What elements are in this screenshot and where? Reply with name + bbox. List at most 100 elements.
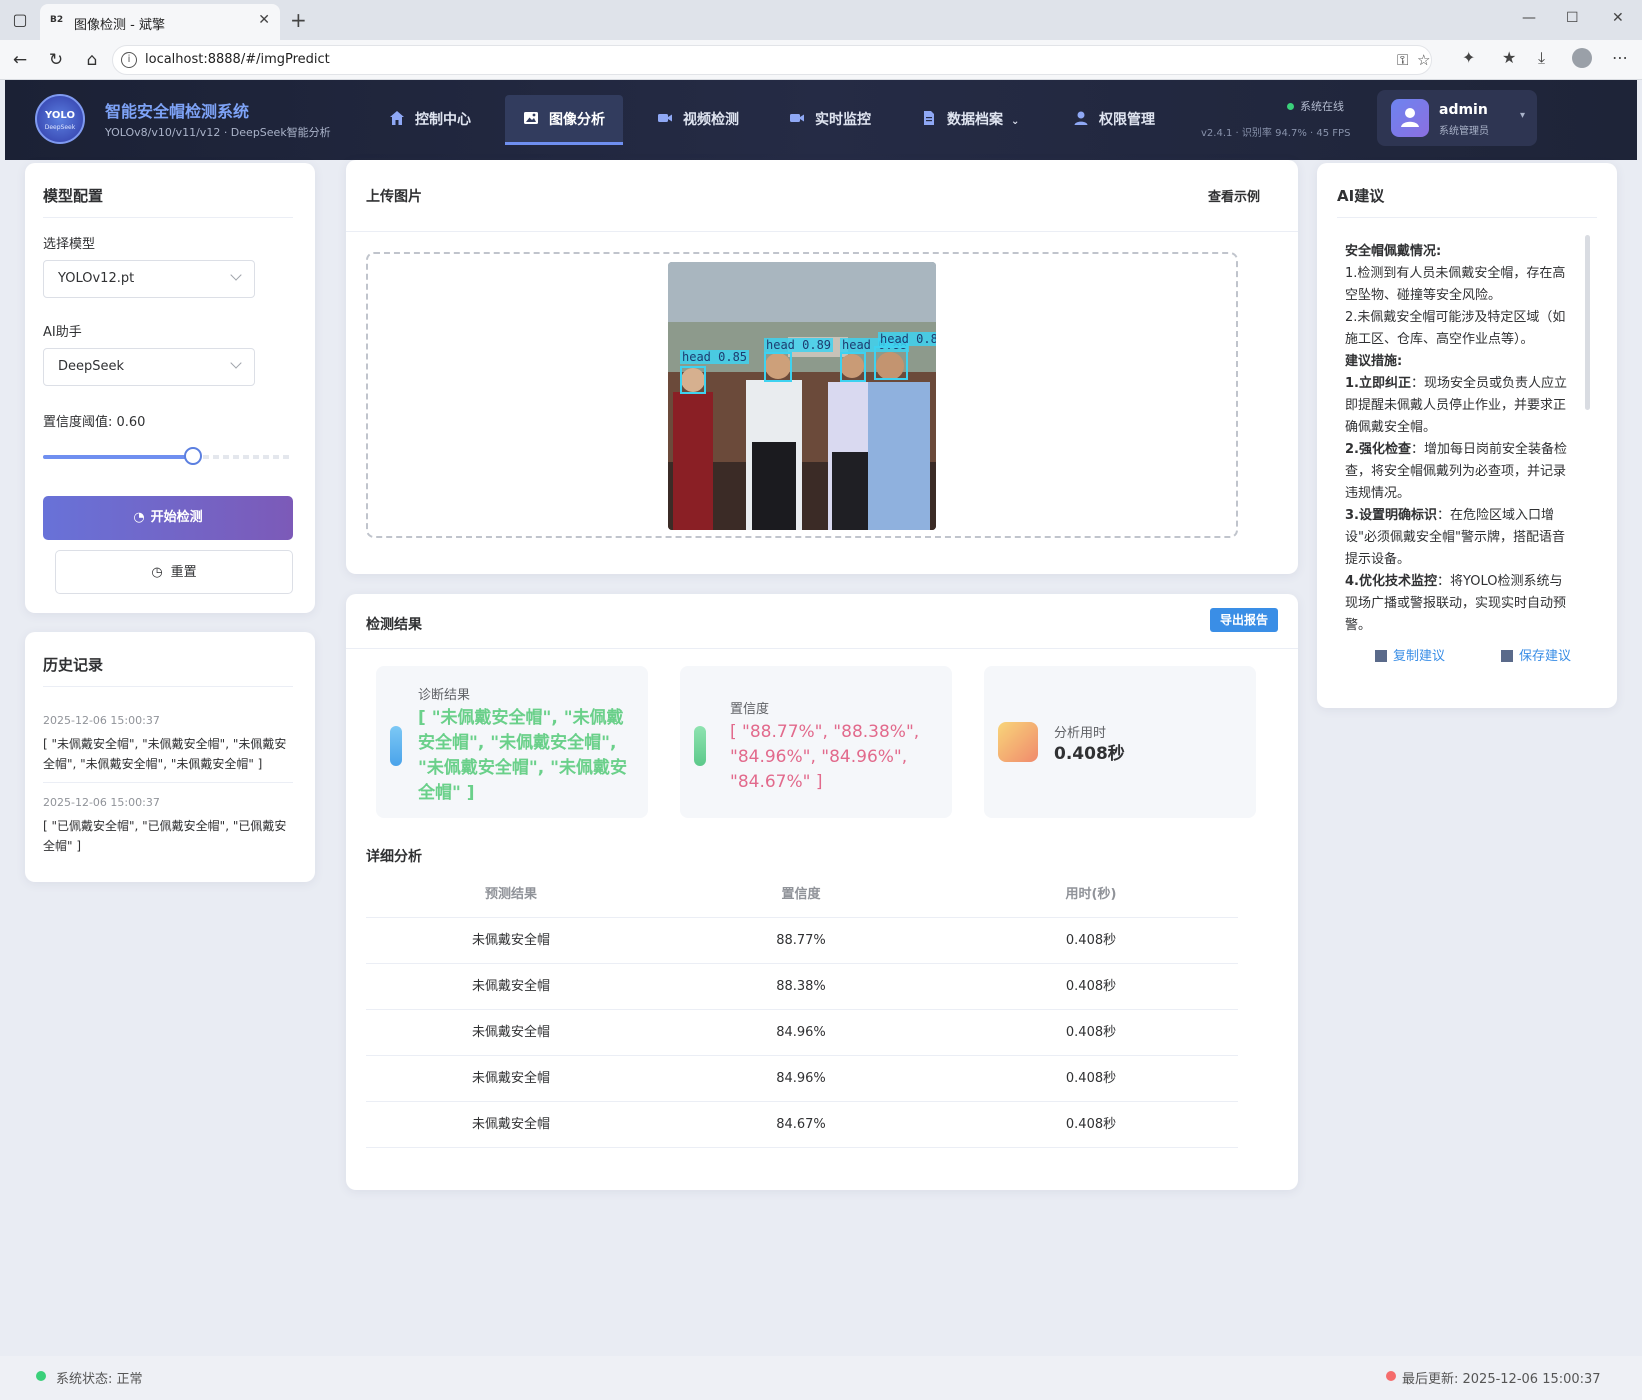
upload-dropzone[interactable]: head 0.85 head 0.89 head 0.88 head 0.85 bbox=[366, 252, 1238, 538]
status-text: 系统在线 bbox=[1300, 100, 1344, 113]
card-title: 模型配置 bbox=[43, 187, 104, 205]
save-icon bbox=[1501, 649, 1513, 662]
scene-image bbox=[668, 262, 936, 530]
close-window-icon[interactable]: ✕ bbox=[1612, 10, 1624, 26]
model-config-card: 模型配置 选择模型 YOLOv12.pt AI助手 DeepSeek 置信度阈值… bbox=[25, 163, 315, 613]
downloads-icon[interactable]: ⤓ bbox=[1538, 48, 1545, 68]
table-cell: 未佩戴安全帽 bbox=[471, 1025, 550, 1040]
table-cell: 0.408秒 bbox=[1065, 1071, 1117, 1086]
threshold-label: 置信度阈值: 0.60 bbox=[43, 415, 146, 430]
model-select-value: YOLOv12.pt bbox=[58, 271, 135, 286]
model-select[interactable]: YOLOv12.pt bbox=[43, 260, 255, 298]
favorites-icon[interactable]: ★ bbox=[1502, 48, 1516, 67]
menu-item-control-center[interactable]: 控制中心 bbox=[389, 95, 471, 145]
last-update: 最后更新: 2025-12-06 15:00:37 bbox=[1402, 1372, 1601, 1387]
copy-advice-button[interactable]: 复制建议 bbox=[1375, 645, 1445, 664]
tab-actions-icon[interactable]: ▢ bbox=[8, 8, 32, 32]
tab-title: 图像检测 - 斌擎 bbox=[74, 18, 165, 33]
table-header: 预测结果 置信度 用时(秒) bbox=[366, 872, 1238, 918]
detection-box bbox=[680, 366, 706, 394]
more-menu-icon[interactable]: ⋯ bbox=[1612, 48, 1628, 67]
app-logo: YOLO DeepSeek bbox=[35, 94, 85, 144]
table-row: 未佩戴安全帽 88.77% 0.408秒 bbox=[366, 918, 1238, 964]
reload-icon[interactable]: ↻ bbox=[44, 48, 68, 72]
profile-avatar-icon[interactable] bbox=[1572, 48, 1592, 68]
ai-scrollbar[interactable] bbox=[1585, 235, 1590, 410]
ai-advice-text: 安全帽佩戴情况: 1.检测到有人员未佩戴安全帽，存在高空坠物、碰撞等安全风险。 … bbox=[1345, 241, 1573, 631]
card-title: 上传图片 bbox=[366, 189, 422, 205]
column-header: 置信度 bbox=[781, 887, 821, 902]
refresh-icon: ◔ bbox=[133, 510, 145, 525]
slider-thumb[interactable] bbox=[184, 447, 202, 465]
diagnosis-value: [ "未佩戴安全帽", "未佩戴安全帽", "未佩戴安全帽", "未佩戴安全帽"… bbox=[418, 708, 627, 803]
menu-item-video-detection[interactable]: 视频检测 bbox=[657, 95, 739, 145]
menu-item-image-analysis[interactable]: 图像分析 bbox=[505, 95, 623, 145]
ai-assistant-select[interactable]: DeepSeek bbox=[43, 348, 255, 386]
image-icon bbox=[524, 112, 538, 124]
home-icon[interactable]: ⌂ bbox=[80, 48, 104, 72]
key-icon[interactable]: ⚿ bbox=[1397, 51, 1408, 69]
menu-item-data-archive[interactable]: 数据档案 ⌄ bbox=[921, 95, 1019, 145]
site-info-icon[interactable]: i bbox=[121, 52, 137, 68]
view-example-link[interactable]: 查看示例 bbox=[1208, 186, 1260, 205]
browser-tab[interactable]: B2 图像检测 - 斌擎 ✕ bbox=[40, 4, 280, 40]
threshold-slider[interactable] bbox=[43, 447, 293, 465]
url-text[interactable]: localhost:8888/#/imgPredict bbox=[145, 52, 330, 67]
confidence-stat-card: 置信度 [ "88.77%", "88.38%", "84.96%", "84.… bbox=[680, 666, 952, 818]
user-menu[interactable]: admin 系统管理员 ▾ bbox=[1377, 90, 1537, 146]
chevron-down-icon: ⌄ bbox=[1011, 116, 1020, 127]
detection-results-card: 检测结果 导出报告 诊断结果 [ "未佩戴安全帽", "未佩戴安全帽", "未佩… bbox=[346, 594, 1298, 1190]
history-item[interactable]: [ "未佩戴安全帽", "未佩戴安全帽", "未佩戴安全帽", "未佩戴安全帽"… bbox=[43, 734, 295, 774]
model-label: 选择模型 bbox=[43, 237, 96, 252]
divider bbox=[346, 648, 1298, 649]
advice-paragraph: 4.优化技术监控：将YOLO检测系统与现场广播或警报联动，实现实时自动预警。 bbox=[1345, 571, 1573, 631]
history-time: 2025-12-06 15:00:37 bbox=[43, 714, 160, 727]
export-report-button[interactable]: 导出报告 bbox=[1210, 608, 1278, 632]
history-item[interactable]: [ "已佩戴安全帽", "已佩戴安全帽", "已佩戴安全帽" ] bbox=[43, 816, 295, 856]
close-tab-icon[interactable]: ✕ bbox=[258, 12, 270, 28]
detection-box bbox=[874, 346, 908, 380]
upload-card: 上传图片 查看示例 head 0.85 head 0.89 head 0.88 … bbox=[346, 160, 1298, 574]
extensions-icon[interactable]: ✦ bbox=[1462, 48, 1475, 67]
stat-bar-icon bbox=[390, 726, 402, 766]
table-cell: 0.408秒 bbox=[1065, 1025, 1117, 1040]
maximize-icon[interactable]: ☐ bbox=[1566, 10, 1579, 26]
menu-item-permissions[interactable]: 权限管理 bbox=[1073, 95, 1155, 145]
menu-label: 图像分析 bbox=[549, 112, 605, 128]
favicon-icon: B2 bbox=[50, 15, 64, 25]
ai-advice-content[interactable]: 安全帽佩戴情况: 1.检测到有人员未佩戴安全帽，存在高空坠物、碰撞等安全风险。 … bbox=[1333, 231, 1595, 631]
stat-bar-icon bbox=[694, 726, 706, 766]
button-label: 复制建议 bbox=[1393, 649, 1446, 664]
advice-paragraph: 1.立即纠正：现场安全员或负责人应立即提醒未佩戴人员停止作业，并要求正确佩戴安全… bbox=[1345, 373, 1573, 439]
detection-preview-image[interactable]: head 0.85 head 0.89 head 0.88 head 0.85 bbox=[668, 262, 936, 530]
table-cell: 84.96% bbox=[776, 1071, 826, 1086]
advice-heading: 安全帽佩戴情况: bbox=[1345, 244, 1442, 259]
user-icon bbox=[1401, 108, 1419, 127]
chevron-down-icon bbox=[230, 357, 242, 369]
detail-table: 预测结果 置信度 用时(秒) 未佩戴安全帽 88.77% 0.408秒 未佩戴安… bbox=[366, 872, 1238, 1148]
table-cell: 0.408秒 bbox=[1065, 933, 1117, 948]
confidence-value: [ "88.77%", "88.38%", "84.96%", "84.96%"… bbox=[730, 722, 920, 792]
advice-paragraph: 2.未佩戴安全帽可能涉及特定区域（如施工区、仓库、高空作业点等）。 bbox=[1345, 310, 1566, 347]
button-label: 重置 bbox=[170, 565, 197, 580]
start-detection-button[interactable]: ◔ 开始检测 bbox=[43, 496, 293, 540]
back-icon[interactable]: ← bbox=[8, 48, 32, 72]
diagnosis-stat-card: 诊断结果 [ "未佩戴安全帽", "未佩戴安全帽", "未佩戴安全帽", "未佩… bbox=[376, 666, 648, 818]
table-cell: 未佩戴安全帽 bbox=[471, 933, 550, 948]
detection-label: head 0.85 bbox=[680, 350, 750, 364]
divider bbox=[43, 686, 293, 687]
address-bar[interactable]: i localhost:8888/#/imgPredict ⚿ ☆ bbox=[112, 45, 1432, 75]
new-tab-icon[interactable]: + bbox=[290, 8, 307, 32]
confidence-label: 置信度 bbox=[730, 702, 770, 717]
system-version: v2.4.1 · 识别率 94.7% · 45 FPS bbox=[1201, 128, 1351, 139]
favorite-star-icon[interactable]: ☆ bbox=[1417, 51, 1430, 69]
user-name: admin bbox=[1439, 102, 1488, 118]
table-row: 未佩戴安全帽 84.96% 0.408秒 bbox=[366, 1056, 1238, 1102]
reset-button[interactable]: ◷ 重置 bbox=[55, 550, 293, 594]
time-label: 分析用时 bbox=[1054, 726, 1107, 741]
card-title: AI建议 bbox=[1337, 187, 1385, 205]
divider bbox=[43, 782, 293, 783]
minimize-icon[interactable]: — bbox=[1522, 10, 1536, 26]
save-advice-button[interactable]: 保存建议 bbox=[1501, 645, 1571, 664]
menu-item-live-monitor[interactable]: 实时监控 bbox=[789, 95, 871, 145]
